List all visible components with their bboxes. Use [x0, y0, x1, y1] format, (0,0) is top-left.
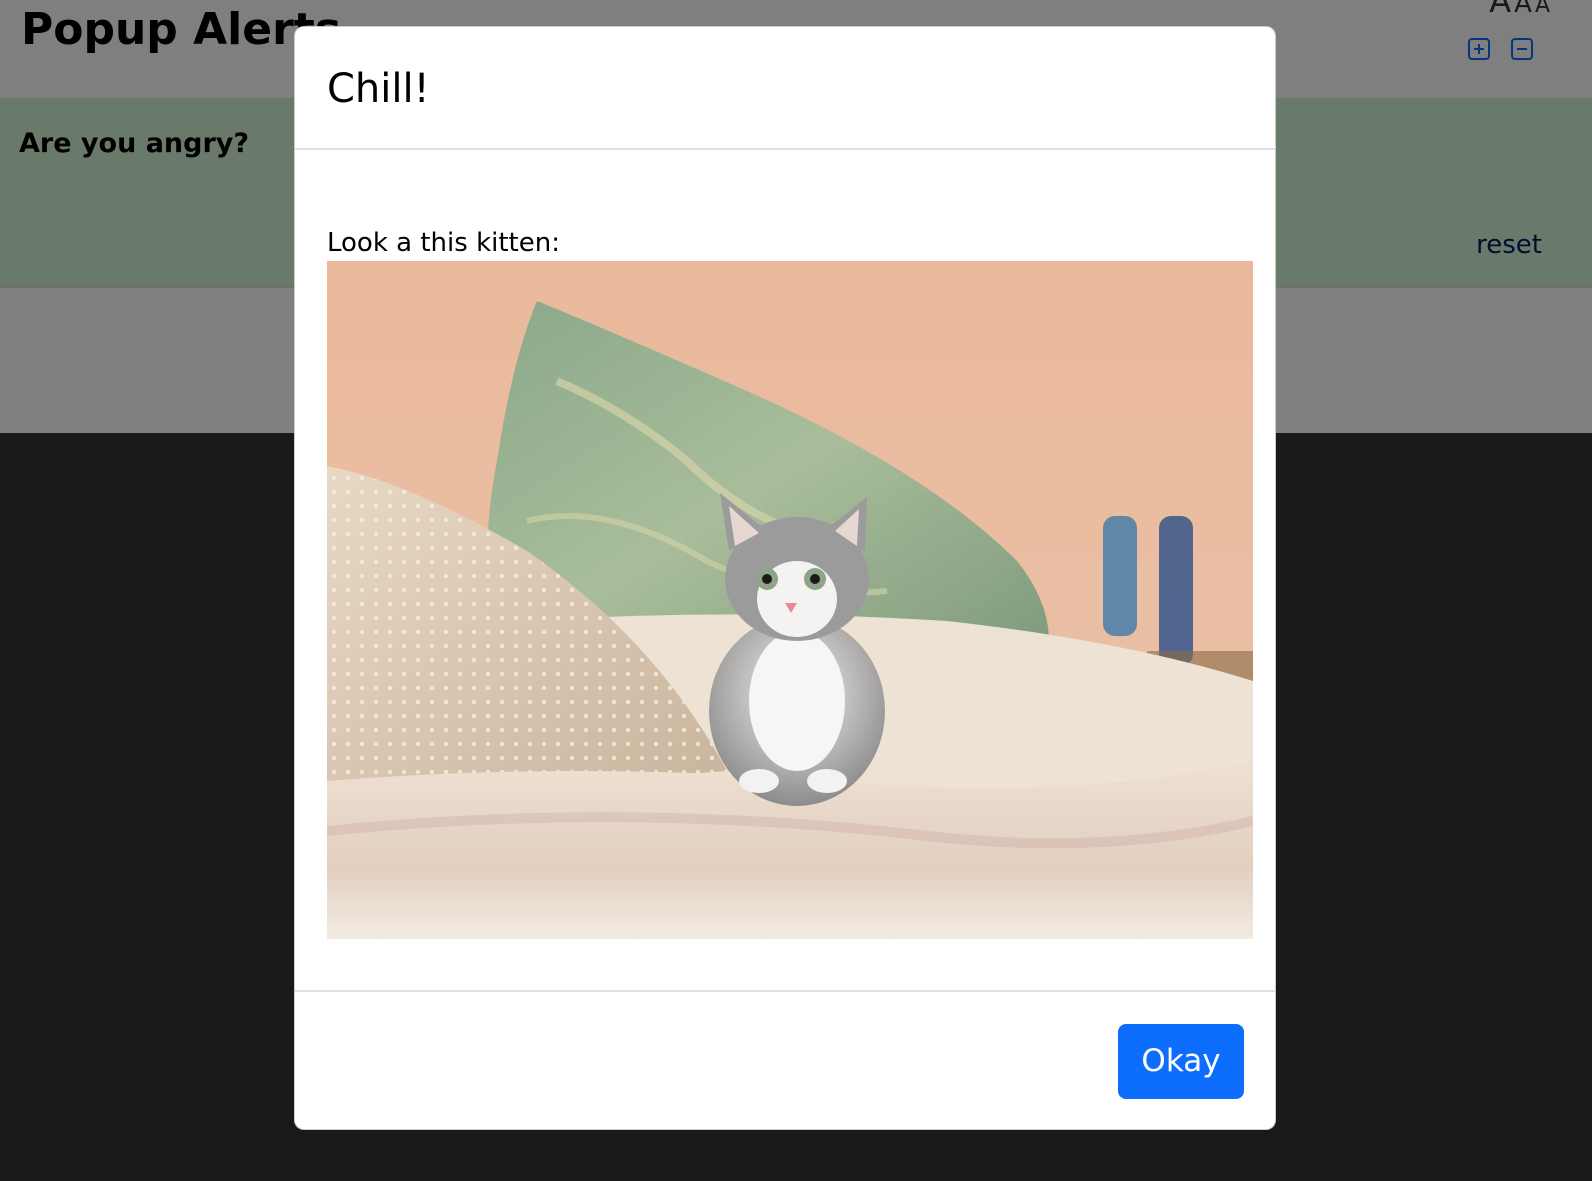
kitten-image: [327, 261, 1253, 939]
modal-header: Chill!: [295, 27, 1275, 150]
okay-button[interactable]: Okay: [1118, 1024, 1244, 1099]
page: Popup Alerts AAA Are you angry? reset Ch…: [0, 0, 1592, 1181]
modal-dialog: Chill! Look a this kitten: Okay: [294, 26, 1276, 1130]
modal-title: Chill!: [327, 66, 430, 112]
modal-body: Look a this kitten:: [295, 150, 1275, 991]
modal-body-text: Look a this kitten:: [327, 228, 560, 258]
modal-footer: Okay: [295, 990, 1275, 1129]
